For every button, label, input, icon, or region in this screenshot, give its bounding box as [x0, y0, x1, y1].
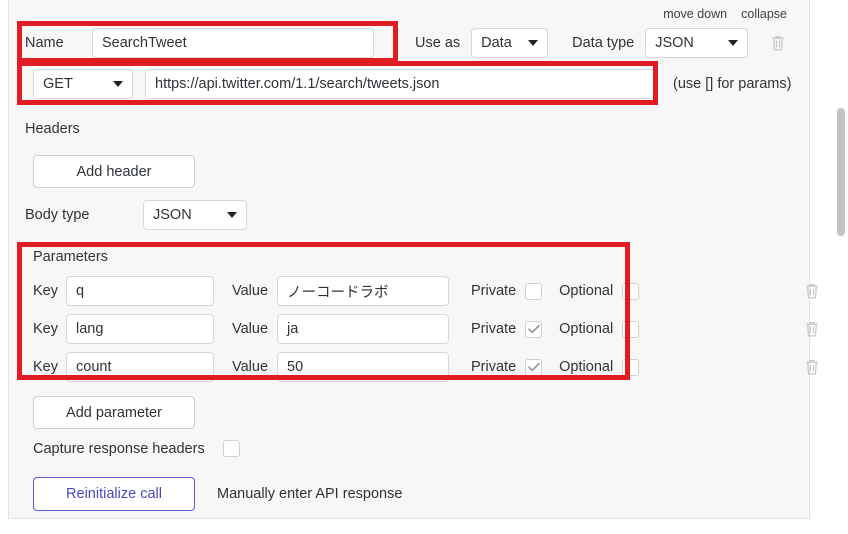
trash-icon	[806, 321, 818, 337]
parameter-optional-checkbox[interactable]	[622, 282, 640, 300]
chevron-down-icon	[113, 81, 123, 87]
vertical-scrollbar-track[interactable]	[834, 0, 848, 534]
api-call-editor-screen: move down collapse Name SearchTweet Use …	[0, 0, 848, 534]
parameter-private-label: Private	[471, 359, 517, 375]
add-header-button[interactable]: Add header	[33, 155, 195, 188]
body-type-select[interactable]: JSON	[143, 200, 247, 230]
footer-row: Reinitialize call Manually enter API res…	[33, 477, 402, 511]
parameter-value-input[interactable]: 50	[277, 352, 450, 382]
trash-icon	[806, 283, 818, 299]
capture-response-headers-checkbox[interactable]	[222, 440, 240, 457]
use-as-select-value: Data	[481, 35, 512, 51]
name-input[interactable]: SearchTweet	[92, 28, 374, 58]
check-icon	[527, 362, 540, 372]
parameter-key-label: Key	[33, 359, 58, 375]
use-as-select[interactable]: Data	[471, 28, 549, 58]
capture-response-headers-label: Capture response headers	[33, 440, 205, 457]
body-type-value: JSON	[153, 207, 192, 223]
move-down-link[interactable]: move down	[663, 7, 727, 21]
body-type-row: Body type JSON	[25, 200, 247, 230]
chevron-down-icon	[528, 40, 539, 46]
headers-section-label-row: Headers	[25, 121, 80, 137]
delete-call-button[interactable]	[770, 34, 786, 52]
card-actions: move down collapse	[663, 7, 787, 21]
http-method-value: GET	[43, 76, 73, 92]
name-label: Name	[25, 35, 64, 51]
parameters-label: Parameters	[33, 249, 108, 265]
use-as-label: Use as	[415, 35, 461, 51]
parameter-key-input[interactable]: q	[66, 276, 214, 306]
parameter-row: Key lang Value ja Private Optional	[33, 314, 820, 344]
parameter-key-label: Key	[33, 283, 58, 299]
data-type-select-value: JSON	[655, 35, 694, 51]
trash-icon	[806, 359, 818, 375]
parameter-private-checkbox[interactable]	[525, 282, 543, 300]
parameters-section-label-row: Parameters	[33, 249, 108, 265]
parameter-row: Key count Value 50 Private Optional	[33, 352, 820, 382]
name-row: Name SearchTweet	[25, 28, 374, 58]
api-call-card: move down collapse Name SearchTweet Use …	[8, 0, 818, 519]
reinitialize-call-button[interactable]: Reinitialize call	[33, 477, 195, 511]
parameter-private-checkbox[interactable]	[525, 358, 543, 376]
parameter-value-label: Value	[232, 359, 269, 375]
vertical-scrollbar-thumb[interactable]	[837, 108, 845, 236]
parameter-key-input[interactable]: lang	[66, 314, 214, 344]
parameter-optional-checkbox[interactable]	[622, 320, 640, 338]
data-type-label: Data type	[572, 35, 635, 51]
parameter-private-label: Private	[471, 283, 517, 299]
parameter-value-input[interactable]: ノーコードラボ	[277, 276, 450, 306]
parameter-private-checkbox[interactable]	[525, 320, 543, 338]
trash-icon	[772, 35, 784, 51]
http-method-select[interactable]: GET	[33, 69, 133, 99]
delete-parameter-button[interactable]	[804, 320, 820, 338]
parameter-value-input[interactable]: ja	[277, 314, 450, 344]
delete-parameter-button[interactable]	[804, 358, 820, 376]
delete-parameter-button[interactable]	[804, 282, 820, 300]
parameter-row: Key q Value ノーコードラボ Private Optional	[33, 276, 820, 306]
parameter-optional-label: Optional	[559, 321, 614, 337]
manually-enter-api-response-link[interactable]: Manually enter API response	[217, 486, 402, 502]
data-type-select[interactable]: JSON	[645, 28, 749, 58]
collapse-link[interactable]: collapse	[741, 7, 787, 21]
url-row: GET https://api.twitter.com/1.1/search/t…	[33, 69, 791, 99]
parameter-key-input[interactable]: count	[66, 352, 214, 382]
parameter-optional-label: Optional	[559, 359, 614, 375]
parameter-value-label: Value	[232, 283, 269, 299]
chevron-down-icon	[728, 40, 739, 46]
headers-label: Headers	[25, 121, 80, 137]
parameter-key-label: Key	[33, 321, 58, 337]
chevron-down-icon	[227, 212, 237, 218]
parameter-private-label: Private	[471, 321, 517, 337]
parameter-optional-label: Optional	[559, 283, 614, 299]
use-as-row: Use as Data Data type JSON	[415, 28, 786, 58]
add-parameter-button[interactable]: Add parameter	[33, 396, 195, 429]
capture-response-headers-row: Capture response headers	[33, 440, 240, 457]
url-input[interactable]: https://api.twitter.com/1.1/search/tweet…	[145, 69, 655, 99]
body-type-label: Body type	[25, 207, 90, 223]
url-hint: (use [] for params)	[673, 76, 792, 92]
parameter-value-label: Value	[232, 321, 269, 337]
check-icon	[527, 324, 540, 334]
parameter-optional-checkbox[interactable]	[622, 358, 640, 376]
